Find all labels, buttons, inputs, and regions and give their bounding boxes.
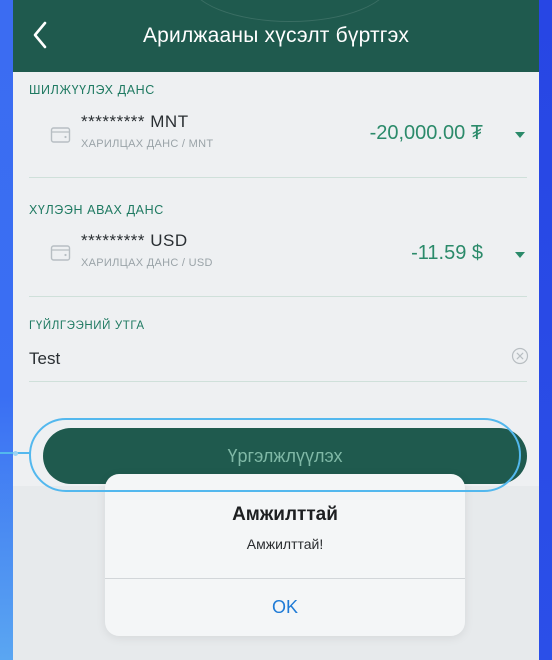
from-account-selector[interactable]: ********* MNT ХАРИЛЦАХ ДАНС / MNT -20,00…: [13, 108, 539, 172]
divider: [29, 381, 527, 382]
from-account-amount: -20,000.00 ₮: [369, 122, 483, 144]
description-input[interactable]: Test: [29, 349, 60, 369]
ok-button[interactable]: OK: [105, 578, 465, 636]
to-account-subtitle: ХАРИЛЦАХ ДАНС / USD: [81, 257, 213, 269]
to-account-label: ХҮЛЭЭН АВАХ ДАНС: [29, 203, 164, 217]
from-account-subtitle: ХАРИЛЦАХ ДАНС / MNT: [81, 138, 214, 150]
description-label: ГҮЙЛГЭЭНИЙ УТГА: [29, 320, 145, 332]
divider: [29, 177, 527, 178]
page-title: Арилжааны хүсэлт бүртгэх: [142, 24, 410, 47]
callout-dot: [13, 451, 18, 456]
app-header: Арилжааны хүсэлт бүртгэх: [13, 0, 539, 72]
wallet-icon: [50, 125, 72, 145]
to-account-number: ********* USD: [81, 231, 188, 250]
wallet-icon: [50, 243, 72, 263]
alert-message: Амжилттай!: [246, 536, 324, 552]
alert-title: Амжилттай: [232, 504, 338, 525]
chevron-down-icon: [515, 132, 525, 138]
chevron-down-icon: [515, 252, 525, 258]
from-account-label: ШИЛЖҮҮЛЭХ ДАНС: [29, 83, 155, 97]
divider: [29, 296, 527, 297]
clear-icon[interactable]: [510, 346, 530, 366]
phone-screen: Арилжааны хүсэлт бүртгэх ШИЛЖҮҮЛЭХ ДАНС …: [13, 0, 539, 660]
decorative-arc: [189, 0, 391, 22]
to-account-amount: -11.59 $: [411, 242, 483, 264]
success-alert: Амжилттай Амжилттай! OK: [105, 474, 465, 636]
to-account-selector[interactable]: ********* USD ХАРИЛЦАХ ДАНС / USD -11.59…: [13, 226, 539, 290]
from-account-number: ********* MNT: [81, 112, 189, 131]
